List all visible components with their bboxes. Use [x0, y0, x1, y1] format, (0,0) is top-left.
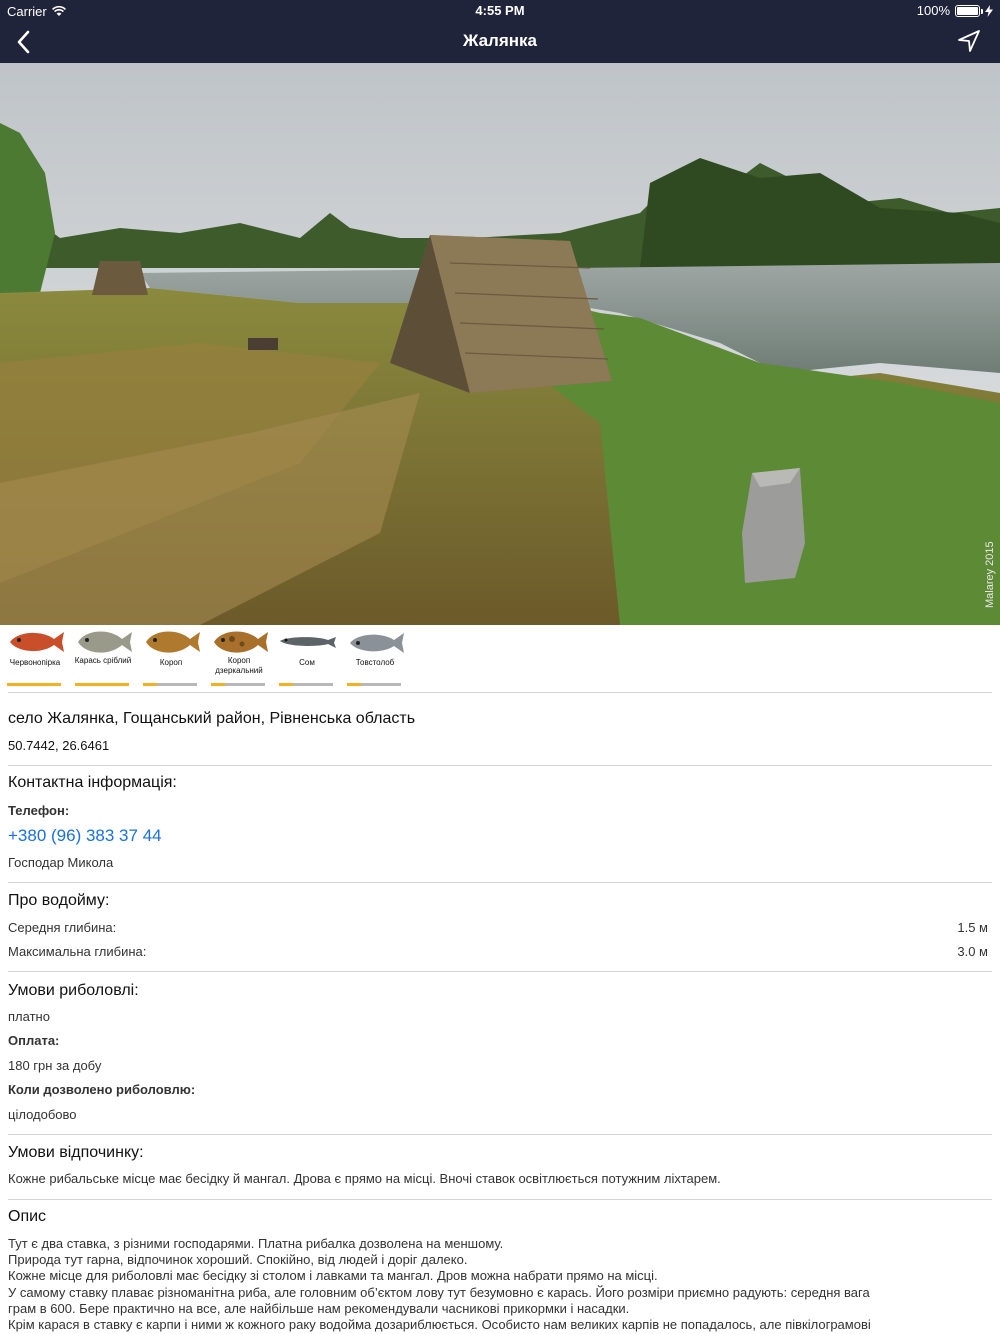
- battery-icon: [955, 4, 983, 17]
- fish-item[interactable]: Короп: [140, 625, 208, 693]
- catch-level-bar: [7, 683, 61, 686]
- fish-item[interactable]: Карась сріблий: [72, 625, 140, 693]
- fishing-type: платно: [8, 1009, 50, 1024]
- fishing-section-title: Умови риболовлі:: [8, 982, 139, 999]
- fish-list: Червонопірка Карась сріблий Короп Короп …: [0, 625, 1000, 693]
- charging-icon: [985, 4, 993, 17]
- max-depth-value: 3.0 м: [957, 944, 988, 959]
- fish-name: Сом: [299, 658, 315, 667]
- divider: [8, 765, 992, 766]
- nav-bar: Жалянка: [0, 22, 1000, 63]
- avg-depth-value: 1.5 м: [957, 920, 988, 935]
- catch-level-fill: [211, 683, 225, 686]
- navigate-button[interactable]: [956, 28, 982, 54]
- fish-icon: [214, 631, 268, 653]
- description-text: Тут є два ставка, з різними господарями.…: [8, 1236, 992, 1333]
- page-title: Жалянка: [463, 31, 537, 50]
- coordinates: 50.7442, 26.6461: [8, 738, 110, 753]
- address: село Жалянка, Гощанський район, Рівненсь…: [8, 710, 416, 727]
- rest-text: Кожне рибальське місце має бесідку й ман…: [8, 1171, 721, 1186]
- rest-section-title: Умови відпочинку:: [8, 1144, 144, 1161]
- fish-item[interactable]: Сом: [276, 625, 344, 693]
- fish-name: Карась сріблий: [74, 656, 132, 665]
- description-line: У самому ставку плаває різноманітна риба…: [8, 1284, 870, 1300]
- catch-level-fill: [347, 683, 361, 686]
- payment-label: Оплата:: [8, 1033, 60, 1048]
- fish-name: Короп дзеркальний: [215, 656, 263, 675]
- fish-icon: [78, 631, 132, 653]
- catch-level-bar: [347, 683, 401, 686]
- fish-item[interactable]: Червонопірка: [4, 625, 72, 693]
- location-arrow-icon: [958, 30, 980, 52]
- divider: [8, 1134, 992, 1135]
- pond-photo: Malarey 2015: [0, 63, 1000, 625]
- fish-icon: [280, 637, 336, 648]
- description-line: Крім карася в ставку є карпи і ними ж ко…: [8, 1317, 871, 1333]
- divider: [8, 692, 992, 693]
- water-section-title: Про водойму:: [8, 892, 110, 909]
- description-line: Кожне місце для риболовлі має бесідку зі…: [8, 1268, 658, 1284]
- top-bar: Carrier 4:55 PM 100% Жалянка: [0, 0, 1000, 63]
- status-time: 4:55 PM: [475, 3, 525, 18]
- fish-name: Товстолоб: [355, 658, 395, 667]
- divider: [8, 882, 992, 883]
- description-section-title: Опис: [8, 1208, 47, 1225]
- divider: [8, 971, 992, 972]
- catch-level-bar: [279, 683, 333, 686]
- divider: [8, 1199, 992, 1200]
- phone-link[interactable]: +380 (96) 383 37 44: [8, 826, 162, 846]
- battery-percent: 100%: [916, 3, 950, 18]
- catch-level-fill: [7, 683, 61, 686]
- fishing-hours-value: цілодобово: [8, 1107, 77, 1122]
- description-line: грам в 600. Бере практично на все, але н…: [8, 1300, 630, 1316]
- catch-level-fill: [75, 683, 129, 686]
- catch-level-bar: [75, 683, 129, 686]
- fish-icon: [10, 632, 64, 652]
- status-right: 100%: [917, 3, 993, 18]
- fish-icon: [146, 631, 200, 653]
- fishing-hours-label: Коли дозволено риболовлю:: [8, 1082, 196, 1097]
- fish-item[interactable]: Товстолоб: [344, 625, 412, 693]
- contact-section-title: Контактна інформація:: [8, 774, 177, 791]
- owner-name: Господар Микола: [8, 855, 114, 870]
- catch-level-fill: [143, 683, 157, 686]
- payment-value: 180 грн за добу: [8, 1058, 102, 1073]
- status-bar: Carrier 4:55 PM 100%: [0, 0, 1000, 22]
- max-depth-label: Максимальна глибина:: [8, 944, 147, 959]
- fish-item[interactable]: Короп дзеркальний: [208, 625, 276, 693]
- photo-watermark: Malarey 2015: [984, 541, 996, 608]
- description-line: Тут є два ставка, з різними господарями.…: [8, 1236, 504, 1251]
- phone-label: Телефон:: [8, 803, 70, 818]
- fish-name: Червонопірка: [9, 658, 61, 667]
- catch-level-bar: [211, 683, 265, 686]
- catch-level-bar: [143, 683, 197, 686]
- avg-depth-label: Середня глибина:: [8, 920, 117, 935]
- fish-name: Короп: [159, 658, 183, 667]
- catch-level-fill: [279, 683, 293, 686]
- description-line: Природа тут гарна, відпочинок хороший. С…: [8, 1252, 468, 1268]
- fish-icon: [350, 633, 404, 653]
